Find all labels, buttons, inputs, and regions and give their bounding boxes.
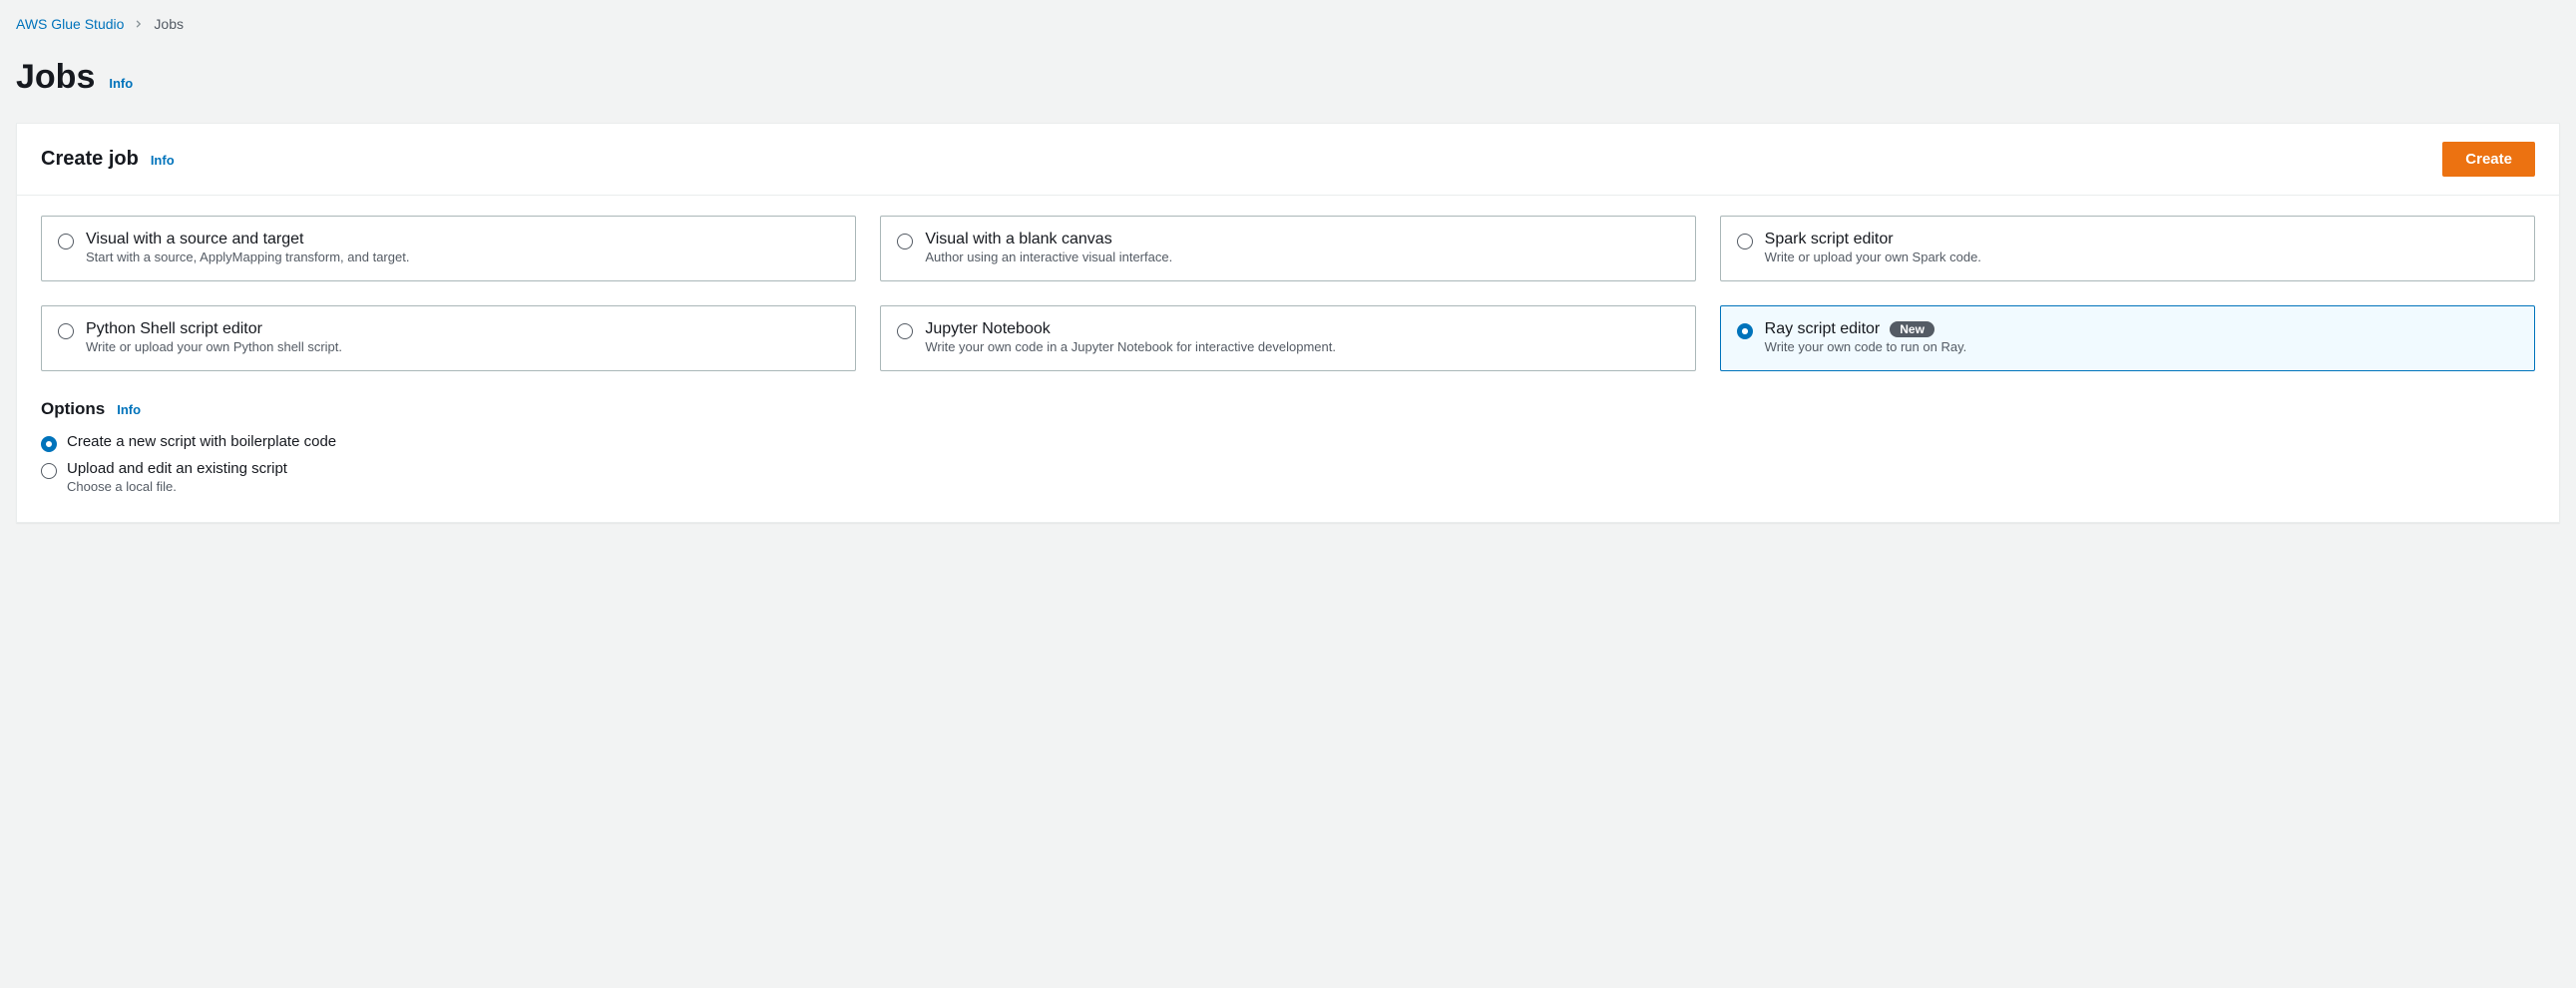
create-button[interactable]: Create — [2442, 142, 2535, 177]
radio-icon — [897, 323, 913, 339]
option-label: Create a new script with boilerplate cod… — [67, 433, 336, 450]
option-sublabel: Choose a local file. — [67, 479, 287, 494]
tile-title: Visual with a blank canvas — [925, 231, 1111, 248]
option-create-new-script[interactable]: Create a new script with boilerplate cod… — [41, 429, 2535, 456]
tile-title: Ray script editor — [1765, 320, 1881, 338]
tile-desc: Write or upload your own Python shell sc… — [86, 339, 342, 354]
tile-title: Spark script editor — [1765, 231, 1894, 248]
tile-python-shell-editor[interactable]: Python Shell script editor Write or uplo… — [41, 305, 856, 371]
option-label: Upload and edit an existing script — [67, 460, 287, 477]
option-upload-existing[interactable]: Upload and edit an existing script Choos… — [41, 456, 2535, 498]
tile-desc: Write your own code to run on Ray. — [1765, 339, 1967, 354]
options-section: Options Info Create a new script with bo… — [41, 399, 2535, 498]
tile-desc: Start with a source, ApplyMapping transf… — [86, 249, 409, 264]
tile-title: Python Shell script editor — [86, 320, 262, 338]
tile-spark-script-editor[interactable]: Spark script editor Write or upload your… — [1720, 216, 2535, 281]
page-info-link[interactable]: Info — [109, 76, 133, 91]
tile-visual-blank-canvas[interactable]: Visual with a blank canvas Author using … — [880, 216, 1695, 281]
tile-desc: Write your own code in a Jupyter Noteboo… — [925, 339, 1336, 354]
breadcrumb-root-link[interactable]: AWS Glue Studio — [16, 16, 124, 32]
tile-desc: Write or upload your own Spark code. — [1765, 249, 1981, 264]
options-title: Options — [41, 399, 105, 419]
radio-icon — [41, 436, 57, 452]
tile-title: Visual with a source and target — [86, 231, 304, 248]
radio-icon — [1737, 323, 1753, 339]
panel-body: Visual with a source and target Start wi… — [17, 196, 2559, 522]
panel-info-link[interactable]: Info — [151, 153, 175, 168]
panel-header-left: Create job Info — [41, 148, 175, 171]
tile-jupyter-notebook[interactable]: Jupyter Notebook Write your own code in … — [880, 305, 1695, 371]
tile-visual-source-target[interactable]: Visual with a source and target Start wi… — [41, 216, 856, 281]
tile-desc: Author using an interactive visual inter… — [925, 249, 1172, 264]
tile-title: Jupyter Notebook — [925, 320, 1050, 338]
breadcrumb-current: Jobs — [154, 16, 184, 32]
page-title-row: Jobs Info — [16, 40, 2560, 123]
page-title: Jobs — [16, 58, 95, 97]
radio-icon — [58, 323, 74, 339]
options-info-link[interactable]: Info — [117, 402, 141, 417]
create-job-panel: Create job Info Create Visual with a sou… — [16, 123, 2560, 523]
radio-icon — [58, 234, 74, 249]
radio-icon — [897, 234, 913, 249]
chevron-right-icon — [134, 19, 144, 29]
breadcrumb: AWS Glue Studio Jobs — [16, 12, 2560, 40]
panel-title: Create job — [41, 148, 139, 171]
radio-icon — [41, 463, 57, 479]
radio-icon — [1737, 234, 1753, 249]
new-badge: New — [1890, 321, 1934, 337]
tile-ray-script-editor[interactable]: Ray script editor New Write your own cod… — [1720, 305, 2535, 371]
job-type-tile-grid: Visual with a source and target Start wi… — [41, 216, 2535, 371]
panel-header: Create job Info Create — [17, 124, 2559, 196]
